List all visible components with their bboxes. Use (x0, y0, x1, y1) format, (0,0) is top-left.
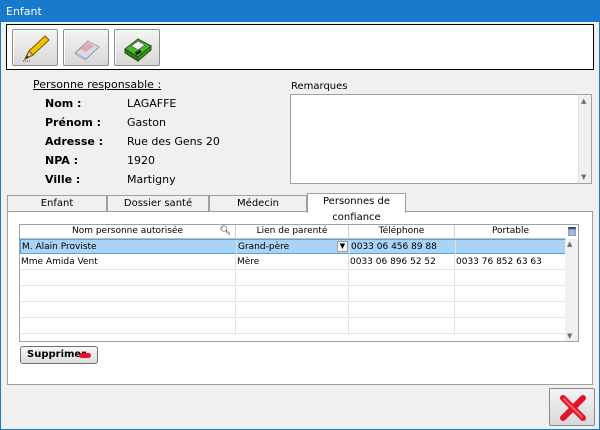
cell-name: M. Alain Proviste (21, 240, 237, 254)
cell-mobile: 0033 76 852 63 63 (456, 257, 542, 267)
table-row[interactable]: Mme Amida Vent Mère 0033 06 896 52 52 00… (20, 255, 566, 270)
field-label-ville: Ville : (45, 173, 81, 186)
table-row-empty[interactable] (20, 271, 566, 286)
close-icon (560, 395, 586, 421)
save-icon (124, 38, 152, 63)
relation-combo[interactable]: Grand-père ▼ (237, 240, 350, 254)
column-header-mobile[interactable]: Portable (455, 225, 566, 238)
field-value-npa: 1920 (127, 154, 155, 167)
field-label-nom: Nom : (45, 97, 82, 110)
tab-enfant[interactable]: Enfant (7, 195, 107, 212)
tab-dossier-sante[interactable]: Dossier santé (107, 195, 209, 212)
cell-phone: 0033 06 896 52 52 (349, 255, 455, 269)
cell-phone: 0033 06 456 89 88 (350, 240, 456, 254)
tab-medecin[interactable]: Médecin (209, 195, 307, 212)
field-value-nom: LAGAFFE (127, 97, 177, 110)
cell-relation: Mère (236, 255, 349, 269)
trash-icon[interactable] (568, 226, 576, 239)
window: Enfant Personne responsable: Nom: LAGA… (0, 0, 600, 430)
scroll-up-icon[interactable]: ▲ (567, 240, 572, 248)
eraser-icon (74, 40, 100, 61)
cell-name: Mme Amida Vent (20, 255, 236, 269)
scroll-up-icon[interactable]: ▲ (581, 97, 586, 105)
column-header-relation[interactable]: Lien de parenté (236, 225, 349, 238)
table-header: Nom personne autorisée 🔍︎ Lien de parent… (20, 225, 566, 239)
cell-mobile (456, 240, 567, 254)
responsible-person-title: Personne responsable : (33, 78, 162, 91)
edit-button[interactable] (12, 29, 58, 66)
trusted-persons-table: Nom personne autorisée 🔍︎ Lien de parent… (19, 224, 579, 342)
tab-personnes-de-confiance[interactable]: Personnes de confiance (307, 193, 406, 223)
column-header-name[interactable]: Nom personne autorisée 🔍︎ (20, 225, 236, 238)
field-value-adresse: Rue des Gens 20 (127, 135, 220, 148)
remarks-textarea[interactable]: ▲ ▼ (290, 94, 592, 184)
chevron-down-icon[interactable]: ▼ (337, 241, 348, 252)
field-label-npa: NPA : (45, 154, 78, 167)
field-value-prenom: Gaston (127, 116, 167, 129)
tab-panel: Nom personne autorisée 🔍︎ Lien de parent… (7, 211, 593, 385)
table-row-empty[interactable] (20, 303, 566, 318)
field-label-prenom: Prénom : (45, 116, 102, 129)
scroll-down-icon[interactable]: ▼ (581, 173, 586, 181)
toolbar (6, 24, 594, 70)
pencil-icon (23, 35, 50, 62)
remarks-scrollbar[interactable]: ▲ ▼ (578, 95, 591, 183)
table-row-empty[interactable] (20, 319, 566, 334)
scroll-down-icon[interactable]: ▼ (567, 332, 572, 340)
column-header-phone[interactable]: Téléphone (349, 225, 455, 238)
erase-button[interactable] (63, 29, 109, 66)
close-button[interactable] (549, 388, 595, 426)
window-title: Enfant (1, 1, 599, 22)
remarks-label: Remarques (291, 81, 348, 92)
save-button[interactable] (114, 29, 160, 66)
table-row[interactable]: M. Alain Proviste Grand-père ▼ 0033 06 4… (20, 239, 566, 254)
table-scrollbar[interactable]: ▲ ▼ (565, 239, 578, 341)
field-value-ville: Martigny (127, 173, 176, 186)
field-label-adresse: Adresse : (45, 135, 104, 148)
delete-button[interactable]: Supprimer (20, 346, 98, 364)
table-row-empty[interactable] (20, 287, 566, 302)
minus-icon (79, 353, 91, 358)
search-icon[interactable]: 🔍︎ (220, 225, 231, 238)
